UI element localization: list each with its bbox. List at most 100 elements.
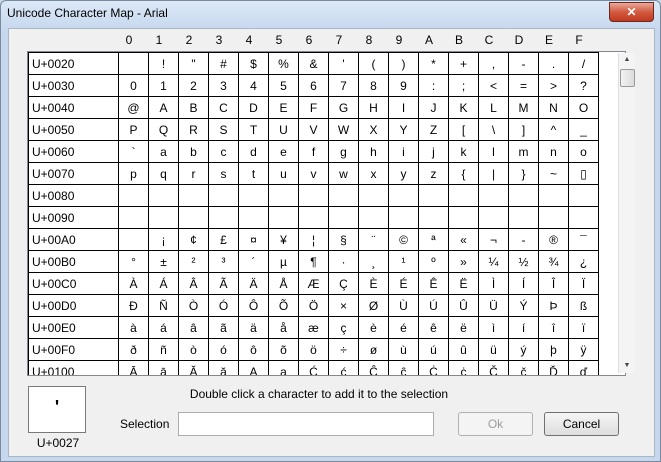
char-cell[interactable]: Ö [298,294,329,317]
char-cell[interactable]: S [208,118,239,141]
char-cell[interactable]: < [478,74,509,97]
char-cell[interactable]: h [358,140,389,163]
char-cell[interactable]: ¢ [178,228,209,251]
char-cell[interactable]: m [508,140,539,163]
title-bar[interactable]: Unicode Character Map - Arial ✕ [1,1,660,27]
char-cell[interactable]: Å [268,272,299,295]
close-button[interactable]: ✕ [609,2,654,22]
char-cell[interactable]: = [508,74,539,97]
cancel-button[interactable]: Cancel [544,412,619,436]
char-cell[interactable]: ċ [448,360,479,375]
char-cell[interactable]: ~ [538,162,569,185]
char-cell[interactable]: 3 [208,74,239,97]
char-cell[interactable]: Ĉ [358,360,389,375]
char-cell[interactable]: ø [358,338,389,361]
char-cell[interactable]: T [238,118,269,141]
char-cell[interactable]: ć [328,360,359,375]
char-cell[interactable]: Z [418,118,449,141]
char-cell[interactable]: Ú [418,294,449,317]
char-cell[interactable]: þ [538,338,569,361]
char-cell[interactable]: 0 [118,74,149,97]
char-cell[interactable]: ã [208,316,239,339]
char-cell[interactable]: Ą [238,360,269,375]
char-cell[interactable]: è [358,316,389,339]
char-cell[interactable]: 7 [328,74,359,97]
char-cell[interactable]: ¥ [268,228,299,251]
char-cell[interactable]: ú [418,338,449,361]
char-cell[interactable]: û [448,338,479,361]
char-cell[interactable]: n [538,140,569,163]
char-cell[interactable]: K [448,96,479,119]
char-cell[interactable]: § [328,228,359,251]
char-cell[interactable]: ° [118,250,149,273]
char-cell[interactable]: G [328,96,359,119]
char-cell[interactable]: ª [418,228,449,251]
char-cell[interactable]: ¿ [568,250,599,273]
char-cell[interactable]: ¤ [238,228,269,251]
char-cell[interactable]: L [478,96,509,119]
char-cell[interactable]: Ï [568,272,599,295]
char-cell[interactable]: ď [568,360,599,375]
char-cell[interactable] [238,206,269,229]
char-cell[interactable] [118,184,149,207]
char-cell[interactable]: r [178,162,209,185]
char-cell[interactable]: Õ [268,294,299,317]
char-cell[interactable]: ± [148,250,179,273]
char-cell[interactable]: v [298,162,329,185]
char-cell[interactable]: b [178,140,209,163]
char-cell[interactable]: Ä [238,272,269,295]
char-cell[interactable]: ( [358,52,389,75]
char-cell[interactable]: é [388,316,419,339]
char-cell[interactable]: J [418,96,449,119]
char-cell[interactable]: D [238,96,269,119]
char-cell[interactable]: c [208,140,239,163]
char-cell[interactable]: 4 [238,74,269,97]
char-cell[interactable]: ¯ [568,228,599,251]
char-cell[interactable]: ó [208,338,239,361]
char-cell[interactable] [268,206,299,229]
char-cell[interactable]: # [208,52,239,75]
char-cell[interactable]: ì [478,316,509,339]
char-cell[interactable]: © [388,228,419,251]
scroll-up-icon[interactable]: ▲ [619,53,635,67]
char-cell[interactable] [568,206,599,229]
char-cell[interactable]: ë [448,316,479,339]
char-cell[interactable]: p [118,162,149,185]
char-cell[interactable]: » [448,250,479,273]
char-cell[interactable]: Ò [178,294,209,317]
char-cell[interactable]: Ā [118,360,149,375]
char-cell[interactable]: Ø [358,294,389,317]
char-cell[interactable]: ĉ [388,360,419,375]
char-cell[interactable]: ¼ [478,250,509,273]
char-cell[interactable] [298,206,329,229]
char-cell[interactable]: $ [238,52,269,75]
char-cell[interactable]: A [148,96,179,119]
char-cell[interactable]: [ [448,118,479,141]
char-cell[interactable]: U [268,118,299,141]
char-cell[interactable]: í [508,316,539,339]
char-cell[interactable]: Ã [208,272,239,295]
char-cell[interactable]: ß [568,294,599,317]
char-cell[interactable]: Ê [418,272,449,295]
char-cell[interactable]: ÿ [568,338,599,361]
char-cell[interactable]: ò [178,338,209,361]
selection-input[interactable] [178,412,434,436]
char-cell[interactable]: ' [328,52,359,75]
char-cell[interactable]: E [268,96,299,119]
char-cell[interactable] [568,184,599,207]
char-cell[interactable] [178,184,209,207]
char-cell[interactable]: ñ [148,338,179,361]
char-cell[interactable]: V [298,118,329,141]
char-cell[interactable]: ÷ [328,338,359,361]
char-cell[interactable]: « [448,228,479,251]
char-cell[interactable]: ă [208,360,239,375]
scroll-thumb[interactable] [620,69,635,87]
char-cell[interactable]: ö [298,338,329,361]
char-cell[interactable] [358,206,389,229]
char-cell[interactable] [118,52,149,75]
char-cell[interactable] [388,206,419,229]
char-cell[interactable]: õ [268,338,299,361]
char-cell[interactable]: ! [148,52,179,75]
char-cell[interactable]: M [508,96,539,119]
char-cell[interactable]: I [388,96,419,119]
